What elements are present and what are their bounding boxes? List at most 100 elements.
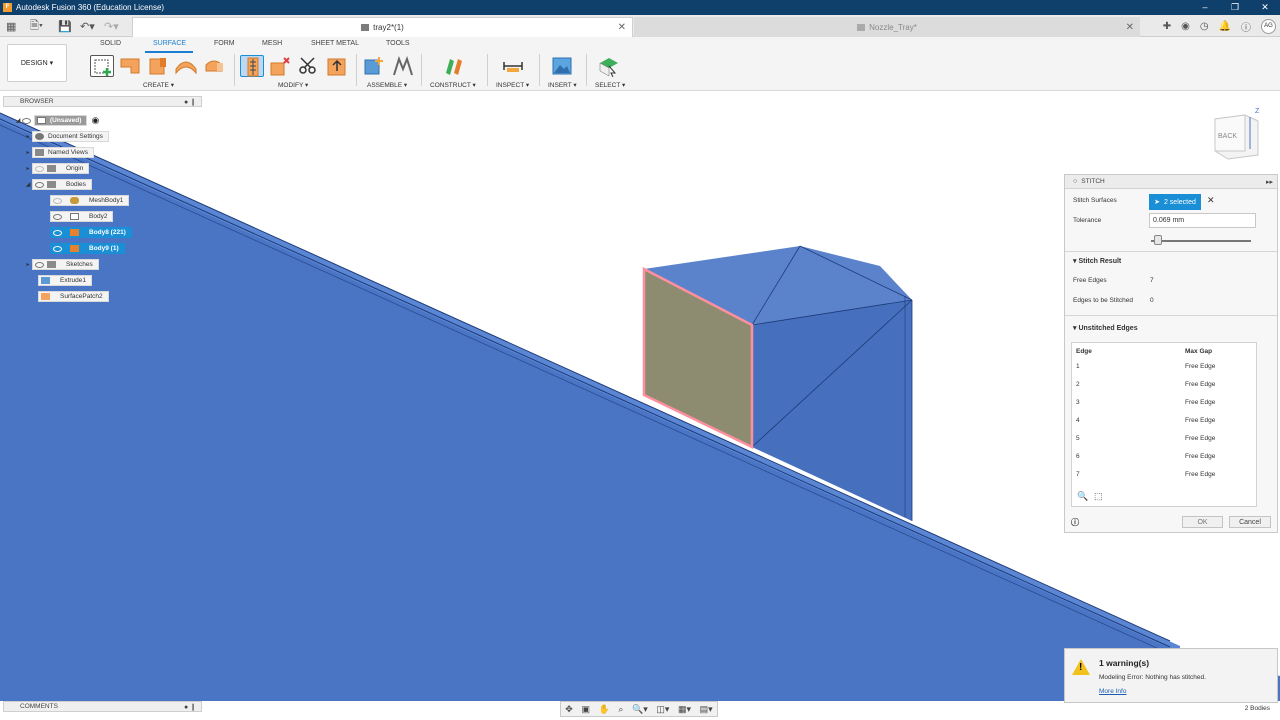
body9-node[interactable]: Body9 (1)	[50, 243, 125, 254]
create-sketch-icon[interactable]	[90, 55, 114, 77]
minimize-icon[interactable]: –	[1190, 0, 1220, 15]
job-status-icon[interactable]: ◷	[1200, 21, 1209, 32]
create-group-label[interactable]: CREATE ▾	[143, 81, 174, 89]
comments-header[interactable]: COMMENTS ● ❙	[3, 701, 202, 712]
insert-image-icon[interactable]	[550, 55, 574, 77]
table-row[interactable]: 2 Free Edge	[1072, 376, 1258, 394]
offset-plane-icon[interactable]	[442, 55, 466, 77]
bodies-node[interactable]: Bodies	[32, 179, 92, 190]
extrude1-node[interactable]: Extrude1	[38, 275, 93, 286]
table-row[interactable]: 6 Free Edge	[1072, 448, 1258, 466]
assemble-group-label[interactable]: ASSEMBLE ▾	[367, 81, 407, 89]
inspect-group-label[interactable]: INSPECT ▾	[496, 81, 529, 89]
avatar[interactable]: AG	[1261, 18, 1276, 34]
pan-hand-icon[interactable]: ✋	[599, 704, 610, 715]
redo-icon[interactable]: ↷▾	[104, 15, 119, 37]
tree-bodies[interactable]: ◢ Bodies	[24, 179, 92, 190]
body8-node[interactable]: Body8 (221)	[50, 227, 132, 238]
meshbody1-node[interactable]: MeshBody1	[50, 195, 130, 206]
display-settings-icon[interactable]: ◫▾	[656, 704, 669, 715]
grid-apps-icon[interactable]: ▦	[6, 15, 16, 37]
look-at-icon[interactable]: ▣	[581, 704, 590, 715]
tree-named-views[interactable]: ▸ Named Views	[24, 147, 94, 158]
stitch-tool-icon[interactable]	[240, 55, 264, 77]
new-component-icon[interactable]	[362, 55, 386, 77]
restore-icon[interactable]: ❐	[1220, 0, 1250, 15]
visibility-eye-icon[interactable]	[53, 229, 62, 236]
sketches-node[interactable]: Sketches	[32, 259, 99, 270]
construct-group-label[interactable]: CONSTRUCT ▾	[430, 81, 476, 89]
origin-node[interactable]: Origin	[32, 163, 90, 174]
modify-group-label[interactable]: MODIFY ▾	[278, 81, 308, 89]
grid-settings-icon[interactable]: ▦▾	[678, 704, 691, 715]
new-tab-icon[interactable]: ✚	[1163, 21, 1171, 32]
zoom-window-icon[interactable]: ⌕	[618, 704, 623, 715]
tree-body2[interactable]: Body2	[50, 211, 114, 222]
expand-arrow-icon[interactable]: ▸	[24, 149, 32, 156]
extrude-surface-icon[interactable]	[118, 55, 142, 77]
zoom-to-edge-icon[interactable]: 🔍	[1077, 491, 1088, 502]
revolve-surface-icon[interactable]	[146, 55, 170, 77]
file-menu-icon[interactable]: 🗎▾	[30, 15, 43, 37]
tolerance-slider-thumb[interactable]	[1154, 235, 1162, 245]
ok-button[interactable]: OK	[1182, 516, 1223, 528]
visibility-eye-icon[interactable]	[53, 197, 62, 204]
extend-icon[interactable]	[325, 55, 349, 77]
visibility-eye-icon[interactable]	[35, 165, 44, 172]
tab-mesh[interactable]: MESH	[262, 40, 282, 47]
trim-scissors-icon[interactable]	[296, 55, 320, 77]
surfacepatch2-node[interactable]: SurfacePatch2	[38, 291, 109, 302]
collapse-arrow-icon[interactable]: ◢	[14, 117, 22, 124]
insert-group-label[interactable]: INSERT ▾	[548, 81, 577, 89]
patch-surface-icon[interactable]	[203, 55, 227, 77]
table-row[interactable]: 5 Free Edge	[1072, 430, 1258, 448]
table-row[interactable]: 1 Free Edge	[1072, 358, 1258, 376]
tab-sheet-metal[interactable]: SHEET METAL	[311, 40, 359, 47]
tab-nozzle-tray[interactable]: Nozzle_Tray* ✕	[634, 17, 1140, 37]
table-row[interactable]: 7 Free Edge	[1072, 466, 1258, 484]
root-node[interactable]: (Unsaved)	[34, 115, 88, 126]
select-group-label[interactable]: SELECT ▾	[595, 81, 625, 89]
table-row[interactable]: 4 Free Edge	[1072, 412, 1258, 430]
orbit-icon[interactable]: ✥	[565, 704, 573, 715]
stitch-dialog-header[interactable]: ○ STITCH ▸▸	[1065, 175, 1277, 189]
sweep-surface-icon[interactable]	[174, 55, 198, 77]
undo-icon[interactable]: ↶▾	[80, 15, 95, 37]
tree-surfacepatch2[interactable]: SurfacePatch2	[38, 291, 109, 302]
info-icon[interactable]: ⓘ	[1071, 517, 1079, 528]
notifications-icon[interactable]: 🔔	[1219, 21, 1231, 32]
unstitched-edges-section[interactable]: ▾ Unstitched Edges	[1073, 324, 1138, 332]
view-cube[interactable]: Z BACK	[1210, 105, 1270, 160]
visibility-eye-icon[interactable]	[35, 261, 44, 268]
measure-icon[interactable]	[501, 55, 525, 77]
tab-solid[interactable]: SOLID	[100, 40, 121, 47]
panel-collapse-icon[interactable]: ● ❙	[184, 98, 196, 106]
unstitch-icon[interactable]	[268, 55, 292, 77]
document-settings-node[interactable]: Document Settings	[32, 131, 109, 142]
expand-arrow-icon[interactable]: ▸	[24, 261, 32, 268]
zoom-menu-icon[interactable]: 🔍▾	[632, 704, 648, 715]
cube-face-label[interactable]: BACK	[1218, 133, 1237, 140]
tree-extrude1[interactable]: Extrude1	[38, 275, 93, 286]
clear-selection-icon[interactable]: ✕	[1207, 195, 1215, 206]
tree-origin[interactable]: ▸ Origin	[24, 163, 90, 174]
select-edges-icon[interactable]: ⬚	[1094, 491, 1103, 502]
collapse-arrow-icon[interactable]: ◢	[24, 181, 32, 188]
visibility-eye-icon[interactable]	[53, 245, 62, 252]
body2-node[interactable]: Body2	[50, 211, 114, 222]
tab-form[interactable]: FORM	[214, 40, 235, 47]
cancel-button[interactable]: Cancel	[1229, 516, 1271, 528]
viewports-icon[interactable]: ▤▾	[700, 704, 713, 715]
tab-tray2[interactable]: tray2*(1) ✕	[132, 17, 633, 37]
named-views-node[interactable]: Named Views	[32, 147, 94, 158]
stitch-result-section[interactable]: ▾ Stitch Result	[1073, 257, 1121, 265]
help-icon[interactable]: ⓘ	[1241, 19, 1251, 34]
tab-tools[interactable]: TOOLS	[386, 40, 410, 47]
stitch-surfaces-selection[interactable]: ➤ 2 selected	[1149, 194, 1201, 210]
tolerance-input[interactable]: 0.069 mm	[1149, 213, 1256, 228]
close-tab-icon[interactable]: ✕	[618, 22, 626, 33]
data-panel-icon[interactable]: ◉	[1181, 21, 1190, 32]
expand-panel-icon[interactable]: ▸▸	[1266, 178, 1273, 186]
tree-document-settings[interactable]: ▸ Document Settings	[24, 131, 109, 142]
joint-icon[interactable]	[391, 55, 415, 77]
